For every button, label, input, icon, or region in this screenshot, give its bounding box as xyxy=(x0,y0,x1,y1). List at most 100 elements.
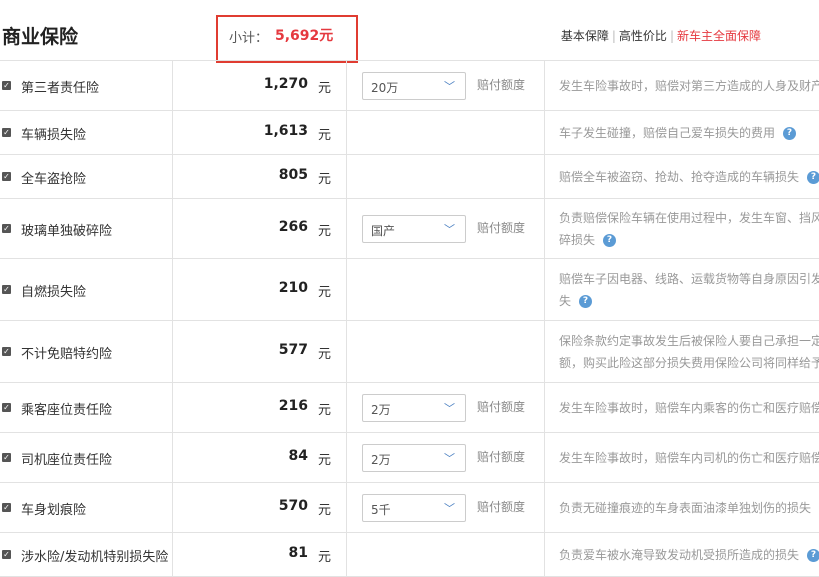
coverage-label: 赔付额度 xyxy=(477,500,526,514)
insurance-name: 车辆损失险 xyxy=(21,128,87,143)
plan-links: 基本保障 | 高性价比 | 新车主全面保障 xyxy=(561,27,761,44)
coverage-label: 赔付额度 xyxy=(477,221,526,235)
coverage-label: 赔付额度 xyxy=(477,450,526,464)
description-line: 赔偿车子因电器、线路、运载货物等自身原因引发 xyxy=(559,272,819,286)
question-icon[interactable]: ? xyxy=(579,295,593,308)
price-unit: 元 xyxy=(318,224,332,239)
question-icon[interactable]: ? xyxy=(807,549,819,562)
description-line: 赔偿全车被盗窃、抢劫、抢夺造成的车辆损失? xyxy=(559,166,819,188)
chevron-down-icon: ﹀ xyxy=(444,452,455,465)
plan-link[interactable]: 新车主全面保障 xyxy=(677,29,761,43)
question-icon[interactable]: ? xyxy=(603,234,617,247)
insurance-price: 210 xyxy=(278,280,308,296)
insurance-price: 84 xyxy=(288,448,308,464)
insurance-row: ✓ 乘客座位责任险 216 元 2万 ﹀ 赔付额度 发生车险事故时，赔偿车内乘客的伤亡和医疗赔… xyxy=(0,383,819,433)
description-line: 负责爱车被水淹导致发动机受损所造成的损失? xyxy=(559,544,819,566)
question-icon[interactable]: ? xyxy=(807,171,819,184)
insurance-row: ✓ 第三者责任险 1,270 元 20万 ﹀ 赔付额度 发生车险事故时，赔偿对第三方造成的人身… xyxy=(0,61,819,111)
coverage-select[interactable]: 2万 ﹀ xyxy=(362,444,466,472)
insurance-row: ✓ 司机座位责任险 84 元 2万 ﹀ 赔付额度 发生车险事故时，赔偿车内司机的伤亡和医疗赔偿 xyxy=(0,433,819,483)
insurance-row: ✓ 不计免赔特约险 577 元 保险条款约定事故发生后被保险人要自己承担一定 额，购买此险… xyxy=(0,321,819,383)
plan-link[interactable]: 基本保障 xyxy=(561,29,609,43)
price-unit: 元 xyxy=(318,81,332,96)
insurance-price: 1,613 xyxy=(263,123,308,139)
insurance-price: 570 xyxy=(278,498,308,514)
insurance-name: 车身划痕险 xyxy=(21,503,87,518)
description-line: 保险条款约定事故发生后被保险人要自己承担一定 xyxy=(559,334,819,348)
checkbox-checked-icon[interactable]: ✓ xyxy=(2,453,11,462)
insurance-price: 266 xyxy=(278,219,308,235)
question-icon[interactable]: ? xyxy=(783,127,797,140)
coverage-select-value: 2万 xyxy=(371,403,391,417)
page-title: 商业保险 xyxy=(2,26,79,48)
checkbox-checked-icon[interactable]: ✓ xyxy=(2,347,11,356)
insurance-row: ✓ 全车盗抢险 805 元 赔偿全车被盗窃、抢劫、抢夺造成的车辆损失? xyxy=(0,155,819,199)
insurance-name: 自燃损失险 xyxy=(21,285,87,300)
checkbox-checked-icon[interactable]: ✓ xyxy=(2,224,11,233)
coverage-select-value: 2万 xyxy=(371,453,391,467)
coverage-select[interactable]: 2万 ﹀ xyxy=(362,394,466,422)
insurance-row: ✓ 涉水险/发动机特别损失险 81 元 负责爱车被水淹导致发动机受损所造成的损失? xyxy=(0,533,819,577)
insurance-row: ✓ 自燃损失险 210 元 赔偿车子因电器、线路、运载货物等自身原因引发失? xyxy=(0,259,819,321)
coverage-select[interactable]: 5千 ﹀ xyxy=(362,494,466,522)
description-line: 发生车险事故时，赔偿车内司机的伤亡和医疗赔偿 xyxy=(559,451,819,465)
insurance-price: 577 xyxy=(278,342,308,358)
price-unit: 元 xyxy=(318,453,332,468)
coverage-label: 赔付额度 xyxy=(477,400,526,414)
price-unit: 元 xyxy=(318,347,332,362)
subtotal-label: 小计： xyxy=(229,31,269,46)
coverage-select[interactable]: 国产 ﹀ xyxy=(362,215,466,243)
price-unit: 元 xyxy=(318,285,332,300)
coverage-label: 赔付额度 xyxy=(477,78,526,92)
description-line: 失? xyxy=(559,290,819,312)
price-unit: 元 xyxy=(318,128,332,143)
coverage-select[interactable]: 20万 ﹀ xyxy=(362,72,466,100)
insurance-description: 负责爱车被水淹导致发动机受损所造成的损失? xyxy=(559,544,819,566)
insurance-name: 玻璃单独破碎险 xyxy=(21,224,113,239)
insurance-description: 发生车险事故时，赔偿车内乘客的伤亡和医疗赔偿 xyxy=(559,397,819,419)
insurance-name: 不计免赔特约险 xyxy=(21,347,113,362)
insurance-name: 第三者责任险 xyxy=(21,81,100,96)
chevron-down-icon: ﹀ xyxy=(444,402,455,415)
description-line: 碎损失? xyxy=(559,229,819,251)
insurance-table: ✓ 第三者责任险 1,270 元 20万 ﹀ 赔付额度 发生车险事故时，赔偿对第三方造成的人身… xyxy=(0,60,819,577)
price-unit: 元 xyxy=(318,503,332,518)
price-unit: 元 xyxy=(318,172,332,187)
checkbox-checked-icon[interactable]: ✓ xyxy=(2,172,11,181)
insurance-price: 805 xyxy=(278,167,308,183)
plan-separator: | xyxy=(669,29,674,43)
description-line: 发生车险事故时，赔偿对第三方造成的人身及财产 xyxy=(559,79,819,93)
insurance-price: 216 xyxy=(278,398,308,414)
coverage-select-value: 20万 xyxy=(371,81,399,95)
insurance-name: 涉水险/发动机特别损失险 xyxy=(21,550,169,565)
coverage-select-value: 国产 xyxy=(371,224,396,238)
coverage-select-value: 5千 xyxy=(371,503,391,517)
checkbox-checked-icon[interactable]: ✓ xyxy=(2,403,11,412)
description-line: 车子发生碰撞，赔偿自己爱车损失的费用? xyxy=(559,122,819,144)
insurance-description: 车子发生碰撞，赔偿自己爱车损失的费用? xyxy=(559,122,819,144)
checkbox-checked-icon[interactable]: ✓ xyxy=(2,128,11,137)
header: 商业保险 小计： 5,692元 基本保障 | 高性价比 | 新车主全面保障 xyxy=(0,0,819,63)
plan-link[interactable]: 高性价比 xyxy=(619,29,667,43)
insurance-description: 负责赔偿保险车辆在使用过程中，发生车窗、挡风碎损失? xyxy=(559,207,819,251)
insurance-description: 负责无碰撞痕迹的车身表面油漆单独划伤的损失 xyxy=(559,497,819,519)
insurance-description: 发生车险事故时，赔偿车内司机的伤亡和医疗赔偿 xyxy=(559,447,819,469)
insurance-name: 乘客座位责任险 xyxy=(21,403,113,418)
checkbox-checked-icon[interactable]: ✓ xyxy=(2,81,11,90)
description-line: 负责赔偿保险车辆在使用过程中，发生车窗、挡风 xyxy=(559,211,819,225)
checkbox-checked-icon[interactable]: ✓ xyxy=(2,285,11,294)
checkbox-checked-icon[interactable]: ✓ xyxy=(2,503,11,512)
description-line: 负责无碰撞痕迹的车身表面油漆单独划伤的损失 xyxy=(559,501,812,515)
insurance-row: ✓ 车身划痕险 570 元 5千 ﹀ 赔付额度 负责无碰撞痕迹的车身表面油漆单独划伤的损失 xyxy=(0,483,819,533)
insurance-price: 81 xyxy=(288,545,308,561)
price-unit: 元 xyxy=(318,550,332,565)
chevron-down-icon: ﹀ xyxy=(444,80,455,93)
insurance-description: 赔偿车子因电器、线路、运载货物等自身原因引发失? xyxy=(559,268,819,312)
price-unit: 元 xyxy=(318,403,332,418)
description-line: 额，购买此险这部分损失费用保险公司将同样给予 xyxy=(559,356,819,370)
checkbox-checked-icon[interactable]: ✓ xyxy=(2,550,11,559)
insurance-row: ✓ 车辆损失险 1,613 元 车子发生碰撞，赔偿自己爱车损失的费用? xyxy=(0,111,819,155)
insurance-description: 赔偿全车被盗窃、抢劫、抢夺造成的车辆损失? xyxy=(559,166,819,188)
plan-separator: | xyxy=(611,29,616,43)
insurance-price: 1,270 xyxy=(263,76,308,92)
